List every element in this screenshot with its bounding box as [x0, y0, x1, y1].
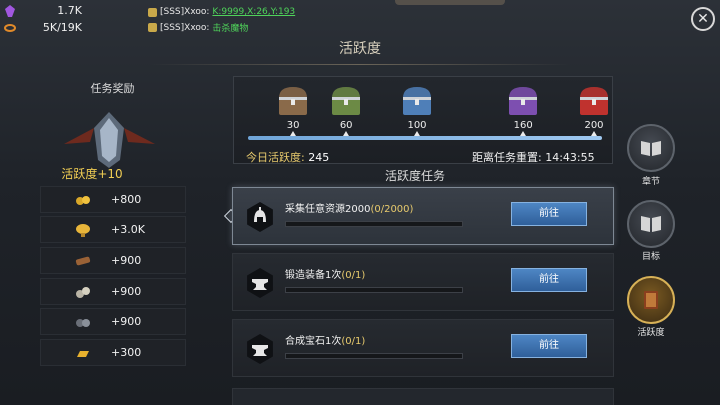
milestone-marker	[343, 131, 350, 136]
task-description: 采集任意资源2000(0/2000)	[285, 200, 413, 215]
title-divider	[150, 64, 570, 65]
task-name: 合成宝石1次	[285, 336, 342, 347]
chat-coordinate-link[interactable]: K:9999,X:26,Y:193	[212, 7, 295, 17]
nav-goal-button[interactable]	[627, 200, 675, 248]
milestone-marker	[591, 131, 597, 136]
task-row[interactable]: 采集任意资源2000(0/2000) 前往	[232, 187, 614, 245]
close-icon: ✕	[697, 11, 709, 27]
blue-chest-icon[interactable]	[397, 83, 437, 119]
tasks-section-title: 活跃度任务	[384, 169, 445, 183]
task-row[interactable]: 锻造装备1次(0/1) 前往	[232, 253, 614, 311]
task-progress: (0/1)	[341, 336, 366, 347]
reset-timer-label: 距离任务重置:	[472, 151, 542, 164]
anvil-icon	[247, 268, 273, 298]
reward-value: +900	[111, 285, 142, 298]
nav-chapter-button[interactable]	[627, 124, 675, 172]
milestone-marker	[290, 131, 297, 136]
reward-row: +300	[40, 339, 186, 366]
today-activity-label: 今日活跃度:	[246, 151, 305, 164]
go-button[interactable]: 前往	[511, 268, 587, 292]
milestone-marker	[414, 131, 420, 136]
reward-row: +900	[40, 278, 186, 305]
activity-progress-fill	[248, 136, 602, 140]
top-tab-handle	[395, 0, 505, 5]
goal-book-icon	[641, 216, 661, 232]
task-name: 锻造装备1次	[285, 270, 342, 281]
task-progress-bar	[285, 221, 463, 227]
nav-activity-label: 活跃度	[637, 328, 665, 338]
guild-badge-icon	[148, 7, 157, 17]
chat-line-2[interactable]: [SSS]Xxoo: 击杀魔物	[148, 21, 248, 34]
task-row-partial	[232, 388, 614, 405]
chat-line-1[interactable]: [SSS]Xxoo: K:9999,X:26,Y:193	[148, 7, 295, 17]
task-progress: (0/2000)	[370, 204, 414, 215]
crystal-count: 1.7K	[57, 4, 82, 17]
task-progress: (0/1)	[341, 270, 366, 281]
gold-bar-icon	[77, 351, 89, 357]
reset-timer-value: 14:43:55	[545, 151, 595, 164]
reward-value: +900	[111, 315, 142, 328]
milestone-value: 100	[407, 120, 427, 131]
go-button[interactable]: 前往	[511, 202, 587, 226]
today-activity: 今日活跃度: 245	[246, 149, 329, 165]
reward-row: +900	[40, 308, 186, 335]
reward-value: +800	[111, 193, 142, 206]
today-activity-value: 245	[308, 151, 330, 164]
gold-ore-icon	[76, 196, 90, 205]
energy-count: 5K/19K	[42, 21, 82, 34]
task-progress-bar	[285, 353, 463, 359]
activity-progress-panel: 30 60 100 160 200 今日活跃度: 245 距离任务重置: 14:43:5…	[233, 76, 613, 164]
task-row[interactable]: 合成宝石1次(0/1) 前往	[232, 319, 614, 377]
chat-message: 击杀魔物	[212, 24, 249, 34]
activity-progress-bar	[248, 136, 602, 140]
chapter-book-icon	[641, 141, 661, 156]
reward-panel-title: 任务奖励	[90, 82, 135, 95]
milestone-marker	[520, 131, 527, 136]
nav-goal-label: 目标	[641, 252, 660, 262]
activity-book-icon	[644, 291, 658, 309]
task-description: 锻造装备1次(0/1)	[285, 266, 365, 281]
activity-emblem-icon	[64, 112, 155, 168]
nav-chapter-label: 章节	[641, 177, 660, 187]
go-button[interactable]: 前往	[511, 334, 587, 358]
anvil-icon	[247, 334, 273, 364]
reward-value: +300	[111, 346, 142, 359]
nav-activity-button[interactable]	[627, 276, 675, 324]
food-bowl-icon	[76, 224, 90, 237]
reward-value: +900	[111, 254, 142, 267]
bronze-chest-icon[interactable]	[273, 83, 313, 119]
guild-badge-icon	[148, 23, 157, 32]
spartan-helmet-icon	[247, 202, 273, 232]
iron-ore-icon	[76, 319, 90, 327]
wood-icon	[75, 256, 91, 266]
task-progress-bar	[285, 287, 463, 293]
task-name: 采集任意资源2000	[285, 204, 371, 215]
milestone-value: 30	[286, 120, 300, 131]
green-chest-icon[interactable]	[326, 83, 366, 119]
purple-chest-icon[interactable]	[503, 83, 543, 119]
task-description: 合成宝石1次(0/1)	[285, 332, 365, 347]
close-button[interactable]: ✕	[691, 7, 715, 31]
task-reset-timer: 距离任务重置: 14:43:55	[472, 149, 595, 165]
activity-points-reward: 活跃度+10	[61, 167, 123, 181]
milestone-value: 200	[584, 120, 604, 131]
chat-sender: [SSS]Xxoo:	[160, 22, 210, 33]
reward-value: +3.0K	[111, 223, 145, 236]
red-chest-icon[interactable]	[574, 83, 614, 119]
milestone-value: 60	[339, 120, 353, 131]
reward-row: +900	[40, 247, 186, 274]
reward-row: +800	[40, 186, 186, 213]
stone-icon	[76, 287, 90, 298]
milestone-value: 160	[513, 120, 533, 131]
page-title: 活跃度	[339, 41, 381, 57]
chat-sender: [SSS]Xxoo:	[160, 7, 210, 17]
reward-row: +3.0K	[40, 216, 186, 243]
